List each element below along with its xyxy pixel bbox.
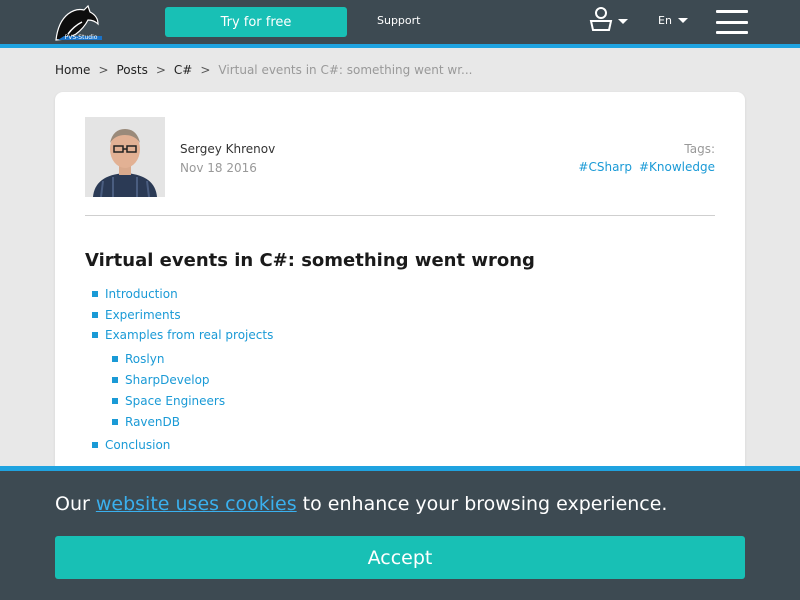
bullet-icon xyxy=(112,398,118,404)
pvs-studio-logo[interactable]: PVS-Studio xyxy=(54,4,106,42)
bullet-icon xyxy=(92,332,98,338)
chevron-down-icon xyxy=(677,18,688,23)
cookie-text-after: to enhance your browsing experience. xyxy=(296,493,668,515)
article-title: Virtual events in C#: something went wro… xyxy=(85,250,535,271)
toc-subitem-roslyn: Roslyn xyxy=(112,352,164,366)
logo-text: PVS-Studio xyxy=(65,34,98,41)
divider xyxy=(85,215,715,216)
chevron-down-icon xyxy=(618,18,628,24)
breadcrumb-separator: > xyxy=(155,63,166,77)
toc-subitem-sharpdevelop: SharpDevelop xyxy=(112,373,210,387)
bullet-icon xyxy=(92,312,98,318)
bullet-icon xyxy=(112,419,118,425)
breadcrumb-separator: > xyxy=(98,63,109,77)
tag-knowledge[interactable]: #Knowledge xyxy=(639,160,715,174)
language-label: En xyxy=(658,14,672,27)
post-date: Nov 18 2016 xyxy=(180,161,257,175)
breadcrumb-category[interactable]: C# xyxy=(174,63,192,77)
breadcrumb-separator: > xyxy=(200,63,211,77)
cookie-banner: Our website uses cookies to enhance your… xyxy=(0,471,800,600)
article-card: Sergey Khrenov Nov 18 2016 Tags: #CSharp… xyxy=(55,92,745,492)
accept-cookies-button[interactable]: Accept xyxy=(55,536,745,579)
cookie-message: Our website uses cookies to enhance your… xyxy=(55,493,667,515)
author-name[interactable]: Sergey Khrenov xyxy=(180,142,275,156)
user-menu[interactable] xyxy=(589,6,631,36)
toc-link[interactable]: Introduction xyxy=(105,287,178,301)
toc-subitem-ravendb: RavenDB xyxy=(112,415,180,429)
breadcrumb-current: Virtual events in C#: something went wr.… xyxy=(218,63,473,77)
toc-link[interactable]: Experiments xyxy=(105,308,181,322)
cookie-policy-link[interactable]: website uses cookies xyxy=(96,493,297,515)
bullet-icon xyxy=(112,377,118,383)
bullet-icon xyxy=(92,291,98,297)
language-selector[interactable]: En xyxy=(658,14,688,27)
breadcrumb-posts[interactable]: Posts xyxy=(117,63,148,77)
toc-link[interactable]: RavenDB xyxy=(125,415,180,429)
toc-link[interactable]: Examples from real projects xyxy=(105,328,273,342)
toc-subitem-space-engineers: Space Engineers xyxy=(112,394,225,408)
tags-list: #CSharp #Knowledge xyxy=(578,160,715,174)
toc-link[interactable]: Space Engineers xyxy=(125,394,225,408)
author-avatar[interactable] xyxy=(85,117,165,197)
bullet-icon xyxy=(112,356,118,362)
breadcrumb: Home > Posts > C# > Virtual events in C#… xyxy=(55,63,473,77)
bullet-icon xyxy=(92,442,98,448)
toc-item-conclusion: Conclusion xyxy=(92,438,170,452)
toc-link[interactable]: Conclusion xyxy=(105,438,170,452)
toc-item-introduction: Introduction xyxy=(92,287,178,301)
toc-link[interactable]: SharpDevelop xyxy=(125,373,210,387)
site-header: PVS-Studio Try for free Support En xyxy=(0,0,800,44)
header-stripe xyxy=(0,44,800,48)
toc-item-examples: Examples from real projects xyxy=(92,328,273,342)
user-icon xyxy=(589,6,613,36)
toc-link[interactable]: Roslyn xyxy=(125,352,164,366)
support-link[interactable]: Support xyxy=(377,14,420,27)
cookie-text-before: Our xyxy=(55,493,96,515)
try-for-free-button[interactable]: Try for free xyxy=(165,7,347,37)
tag-csharp[interactable]: #CSharp xyxy=(578,160,632,174)
breadcrumb-home[interactable]: Home xyxy=(55,63,90,77)
menu-icon[interactable] xyxy=(716,10,748,34)
toc-item-experiments: Experiments xyxy=(92,308,181,322)
tags-label: Tags: xyxy=(684,142,715,156)
